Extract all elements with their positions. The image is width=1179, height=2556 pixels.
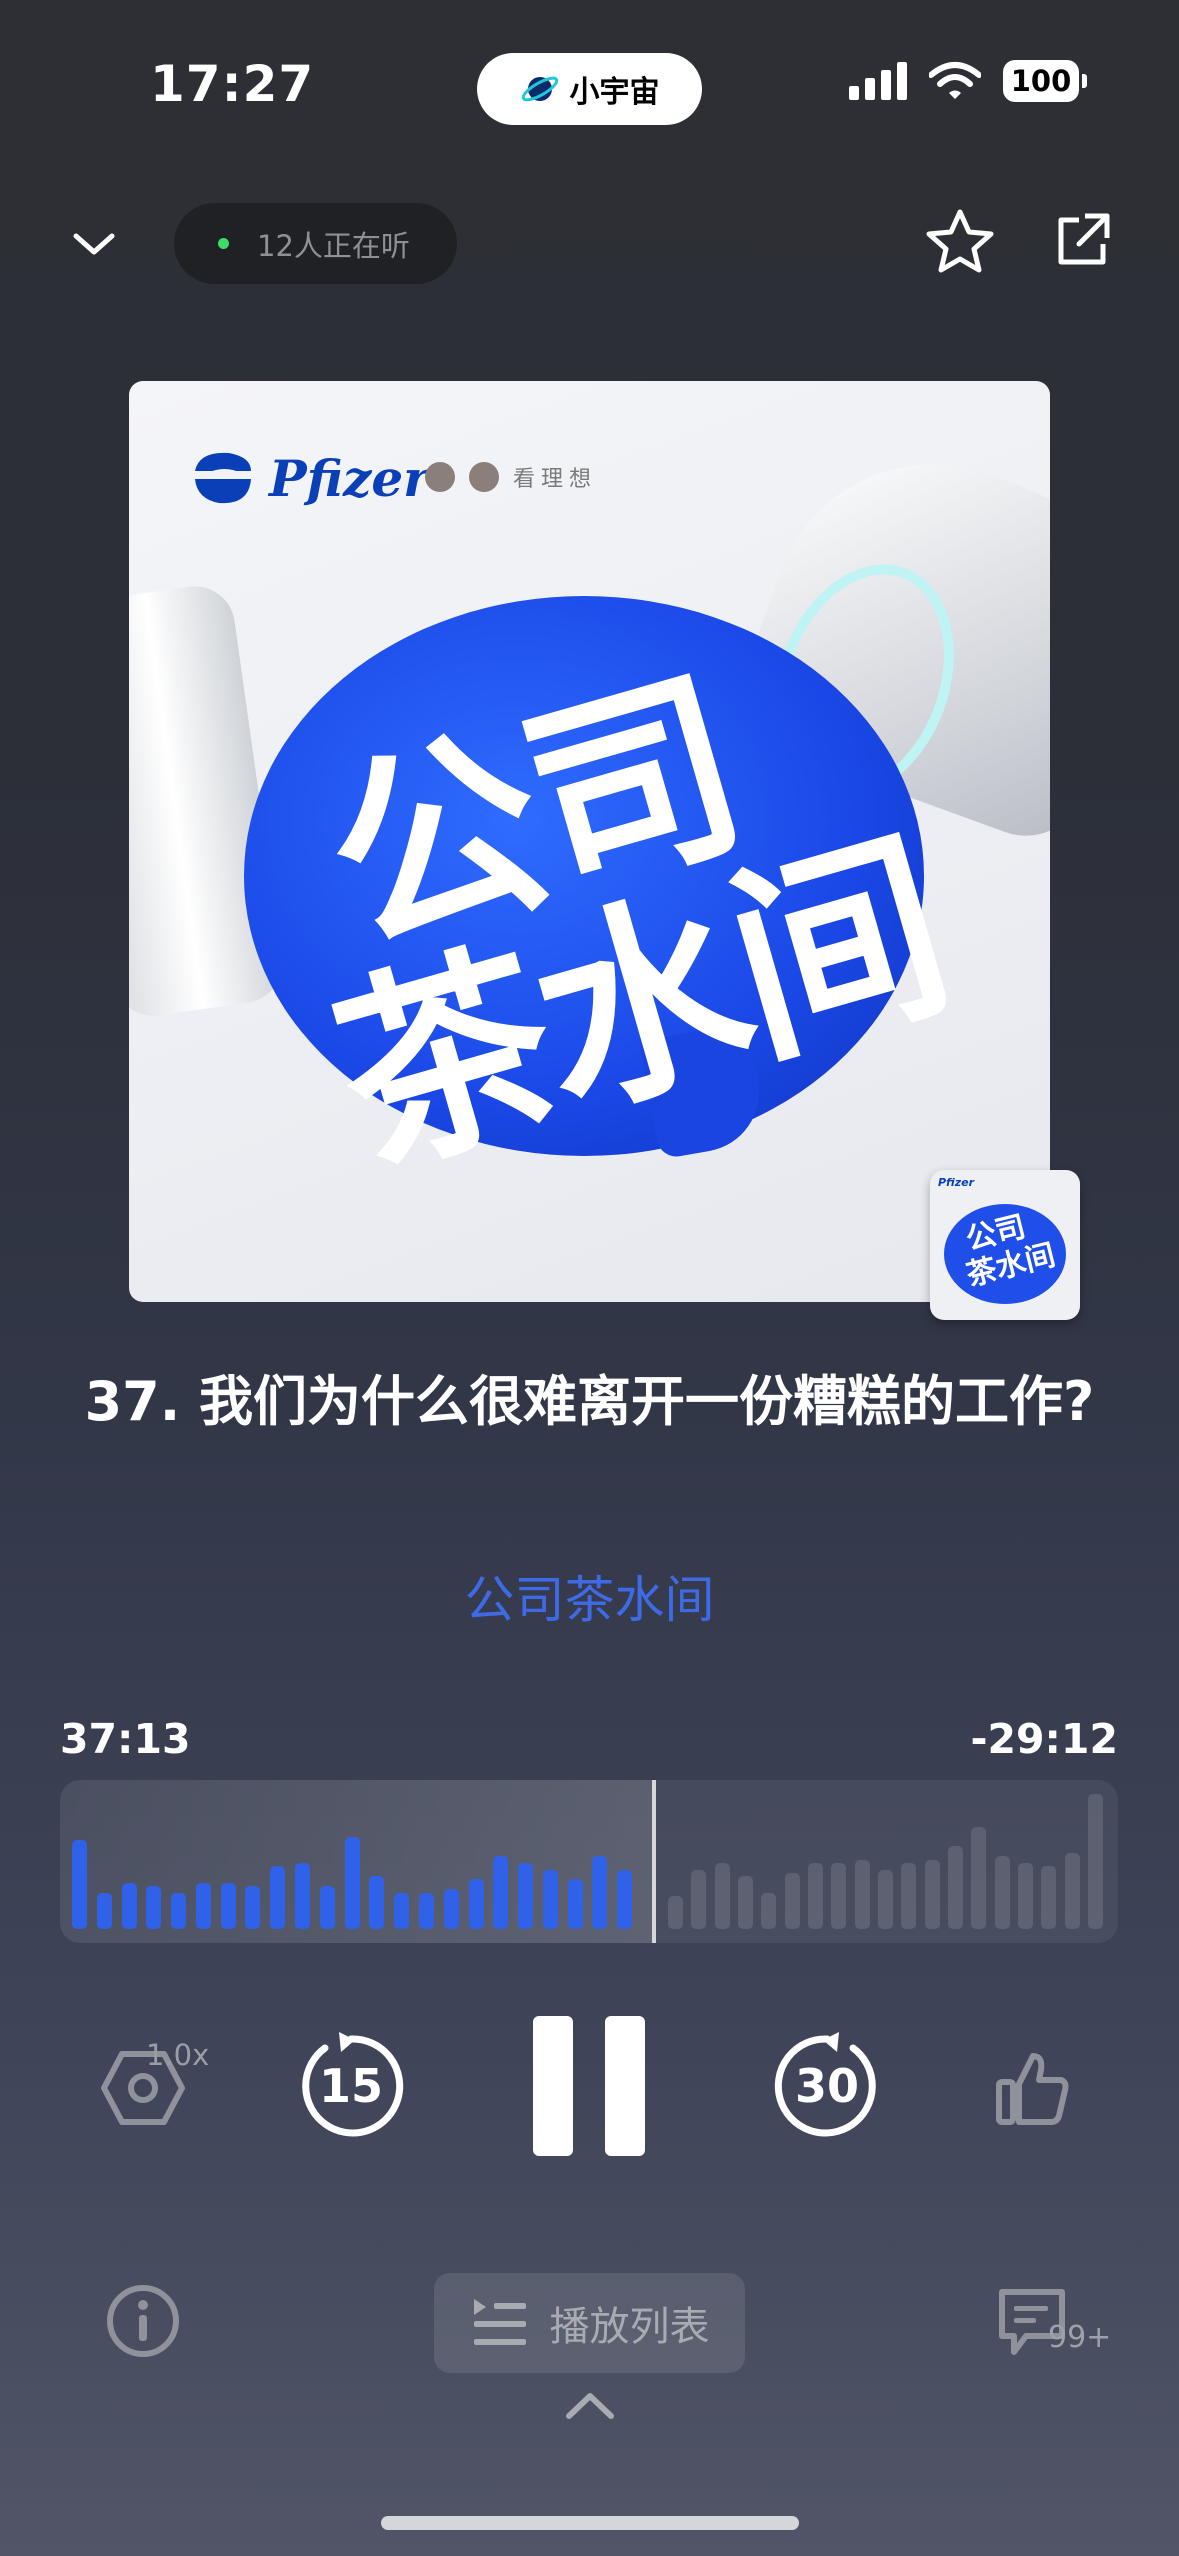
waveform-bar-remaining <box>995 1856 1010 1929</box>
waveform-bar-played <box>196 1883 211 1929</box>
waveform-bar-remaining <box>1088 1794 1103 1929</box>
pfizer-mark-icon <box>195 452 251 504</box>
chevron-up-icon[interactable] <box>563 2388 617 2422</box>
waveform-bar-played <box>617 1870 632 1929</box>
episode-cover-art: 公司 茶水间 Pfizer 看理想 <box>129 381 1050 1302</box>
waveform-bar-remaining <box>1065 1853 1080 1929</box>
dynamic-island-app[interactable]: 小宇宙 <box>477 53 702 125</box>
waveform-bar-remaining <box>901 1863 916 1929</box>
waveform-bar-played <box>221 1883 236 1929</box>
waveform-bar-played <box>72 1840 87 1929</box>
share-icon[interactable] <box>1055 212 1111 268</box>
waveform-bar-played <box>419 1893 434 1929</box>
waveform-bar-remaining <box>785 1873 800 1929</box>
waveform-bar-played <box>270 1866 285 1929</box>
waveform-bar-remaining <box>855 1860 870 1929</box>
waveform-bar-played <box>568 1879 583 1929</box>
partner-dot-icon <box>469 462 499 492</box>
planet-icon <box>521 76 558 102</box>
podcast-thumbnail[interactable]: 公司 茶水间 Pfizer <box>930 1170 1080 1320</box>
pause-bar-right-icon[interactable] <box>605 2016 645 2156</box>
waveform-bar-played <box>97 1893 112 1929</box>
pause-bar-left-icon[interactable] <box>533 2016 573 2156</box>
waveform-bar-played <box>146 1886 161 1929</box>
skip-back-seconds: 15 <box>318 2059 383 2113</box>
status-time: 17:27 <box>150 55 315 113</box>
chevron-down-icon[interactable] <box>70 220 118 268</box>
playlist-label: 播放列表 <box>549 2304 710 2350</box>
elapsed-time: 37:13 <box>60 1715 191 1763</box>
listeners-count: 12人正在听 <box>257 228 410 263</box>
playlist-icon <box>473 2299 526 2345</box>
island-app-label: 小宇宙 <box>569 75 660 110</box>
waveform-bar-remaining <box>715 1863 730 1929</box>
episode-title: 37. 我们为什么很难离开一份糟糕的工作? <box>84 1370 1095 1433</box>
waveform-bar-played <box>543 1870 558 1929</box>
waveform-bar-played <box>518 1863 533 1929</box>
waveform-bar-played <box>295 1863 310 1929</box>
comment-count-badge: 99+ <box>1048 2320 1112 2355</box>
waveform-bar-played <box>369 1876 384 1929</box>
status-indicators: 100 <box>849 60 1087 102</box>
waveform-bar-played <box>320 1886 335 1929</box>
waveform-bar-remaining <box>691 1870 706 1929</box>
skip-forward-seconds: 30 <box>794 2059 859 2113</box>
partner-dot-icon <box>425 462 455 492</box>
playlist-button[interactable]: 播放列表 <box>434 2273 745 2373</box>
live-dot-icon <box>218 238 229 249</box>
home-indicator[interactable] <box>381 2516 799 2530</box>
waveform-bar-played <box>245 1886 260 1929</box>
cellular-signal-icon <box>849 62 907 100</box>
waveform-bar-played <box>345 1837 360 1929</box>
star-icon[interactable] <box>925 208 995 274</box>
waveform-bar-played <box>122 1883 137 1929</box>
thumb-brand: Pfizer <box>938 1176 975 1189</box>
waveform-scrubber[interactable] <box>60 1780 1118 1943</box>
waveform-bar-remaining <box>878 1870 893 1929</box>
wifi-icon <box>929 62 981 99</box>
waveform-bar-remaining <box>738 1876 753 1929</box>
info-icon[interactable] <box>106 2284 180 2358</box>
waveform-bar-remaining <box>948 1846 963 1929</box>
waveform-bar-played <box>592 1856 607 1929</box>
skip-back-button[interactable]: 15 <box>295 2030 407 2142</box>
skip-forward-button[interactable]: 30 <box>771 2030 883 2142</box>
podcast-name-link[interactable]: 公司茶水间 <box>0 1560 1179 1632</box>
waveform-bar-remaining <box>1018 1863 1033 1929</box>
waveform-bar-played <box>171 1893 186 1929</box>
waveform-bar-played <box>493 1856 508 1929</box>
waveform-bar-remaining <box>668 1896 683 1929</box>
waveform-bar-remaining <box>971 1827 986 1929</box>
playback-speed-label[interactable]: 1.0x <box>146 2038 209 2072</box>
pfizer-wordmark: Pfizer <box>269 448 430 508</box>
thumbs-up-icon[interactable] <box>995 2050 1071 2126</box>
waveform-bar-played <box>444 1889 459 1929</box>
partner-logo: 看理想 <box>425 461 597 493</box>
waveform-bar-played <box>469 1879 484 1929</box>
remaining-time: -29:12 <box>970 1715 1118 1763</box>
waveform-bar-remaining <box>831 1863 846 1929</box>
waveform-bar-remaining <box>808 1863 823 1929</box>
waveform-bar-remaining <box>1041 1866 1056 1929</box>
waveform-bar-remaining <box>925 1860 940 1929</box>
pfizer-logo: Pfizer <box>189 443 430 513</box>
partner-name: 看理想 <box>513 467 598 492</box>
listeners-pill[interactable]: 12人正在听 <box>174 203 457 284</box>
waveform-bar-remaining <box>761 1893 776 1929</box>
playhead[interactable] <box>652 1780 656 1943</box>
waveform-bar-played <box>394 1893 409 1929</box>
battery-indicator: 100 <box>1003 60 1087 102</box>
